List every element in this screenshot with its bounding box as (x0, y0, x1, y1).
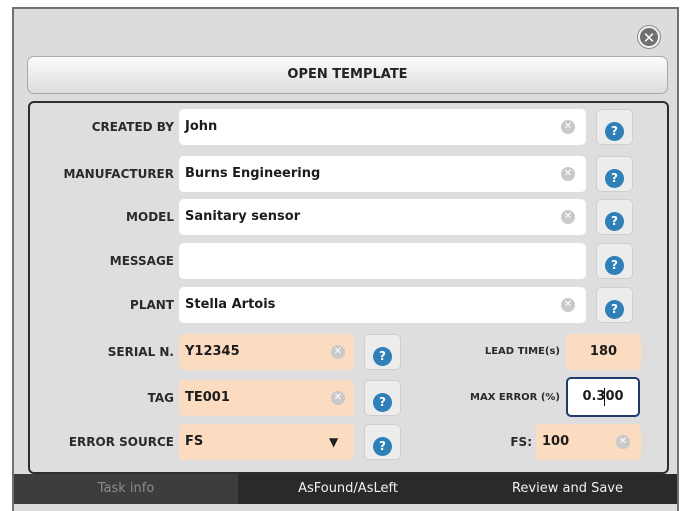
model-help-button[interactable]: ? (596, 199, 633, 235)
clear-icon[interactable]: ✕ (331, 345, 345, 359)
chevron-down-icon: ▼ (329, 435, 339, 449)
help-icon: ? (373, 437, 392, 456)
tab-task-info[interactable]: Task info (14, 474, 238, 504)
clear-icon[interactable]: ✕ (331, 391, 345, 405)
help-icon: ? (373, 393, 392, 412)
tab-asfound-asleft[interactable]: AsFound/AsLeft (238, 474, 458, 504)
lead-time-value: 180 (589, 344, 618, 359)
tag-help-button[interactable]: ? (364, 380, 401, 416)
text-caret (604, 388, 605, 406)
clear-icon[interactable]: ✕ (561, 298, 575, 312)
plant-help-button[interactable]: ? (596, 287, 633, 323)
max-error-label: MAX ERROR (%) (470, 392, 560, 403)
error-source-label: ERROR SOURCE (68, 435, 174, 449)
clear-icon[interactable]: ✕ (561, 120, 575, 134)
fs-value: 100 (542, 434, 570, 449)
tag-value: TE001 (185, 390, 230, 405)
error-source-help-button[interactable]: ? (364, 424, 401, 460)
tag-label: TAG (147, 391, 174, 405)
serial-help-button[interactable]: ? (364, 334, 401, 370)
help-icon: ? (605, 169, 624, 188)
error-source-select[interactable]: FS ▼ (179, 424, 354, 460)
created-by-field[interactable]: John ✕ (179, 109, 586, 145)
created-by-value: John (185, 119, 218, 134)
manufacturer-field[interactable]: Burns Engineering ✕ (179, 156, 586, 192)
tab-review-and-save[interactable]: Review and Save (458, 474, 677, 504)
lead-time-label: LEAD TIME(s) (484, 346, 560, 357)
serial-field[interactable]: Y12345 ✕ (179, 334, 354, 370)
plant-field[interactable]: Stella Artois ✕ (179, 287, 586, 323)
clear-icon[interactable]: ✕ (561, 210, 575, 224)
model-field[interactable]: Sanitary sensor ✕ (179, 199, 586, 235)
error-source-value: FS (185, 434, 204, 449)
tag-field[interactable]: TE001 ✕ (179, 380, 354, 416)
plant-value: Stella Artois (185, 297, 276, 312)
clear-icon[interactable]: ✕ (616, 435, 630, 449)
message-help-button[interactable]: ? (596, 243, 633, 279)
fs-label: FS: (510, 435, 532, 449)
help-icon: ? (605, 122, 624, 141)
created-by-label: CREATED BY (91, 120, 174, 134)
help-icon: ? (373, 347, 392, 366)
bottom-tab-bar: Task info AsFound/AsLeft Review and Save (14, 474, 677, 504)
manufacturer-help-button[interactable]: ? (596, 156, 633, 192)
manufacturer-label: MANUFACTURER (63, 167, 174, 181)
help-icon: ? (605, 212, 624, 231)
model-label: MODEL (126, 210, 174, 224)
fs-field[interactable]: 100 ✕ (536, 424, 641, 460)
model-value: Sanitary sensor (185, 209, 301, 224)
created-by-help-button[interactable]: ? (596, 109, 633, 145)
plant-label: PLANT (130, 298, 174, 312)
serial-value: Y12345 (185, 344, 240, 359)
help-icon: ? (605, 256, 624, 275)
max-error-value: 0.300 (582, 389, 624, 404)
message-label: MESSAGE (109, 254, 174, 268)
help-icon: ? (605, 300, 624, 319)
clear-icon[interactable]: ✕ (561, 167, 575, 181)
serial-label: SERIAL N. (107, 345, 174, 359)
message-field[interactable] (179, 243, 586, 279)
lead-time-field[interactable]: 180 (566, 334, 641, 370)
max-error-field[interactable]: 0.300 (566, 377, 640, 417)
manufacturer-value: Burns Engineering (185, 166, 321, 181)
open-template-button[interactable]: OPEN TEMPLATE (27, 56, 668, 94)
close-icon[interactable]: ✕ (638, 26, 660, 48)
